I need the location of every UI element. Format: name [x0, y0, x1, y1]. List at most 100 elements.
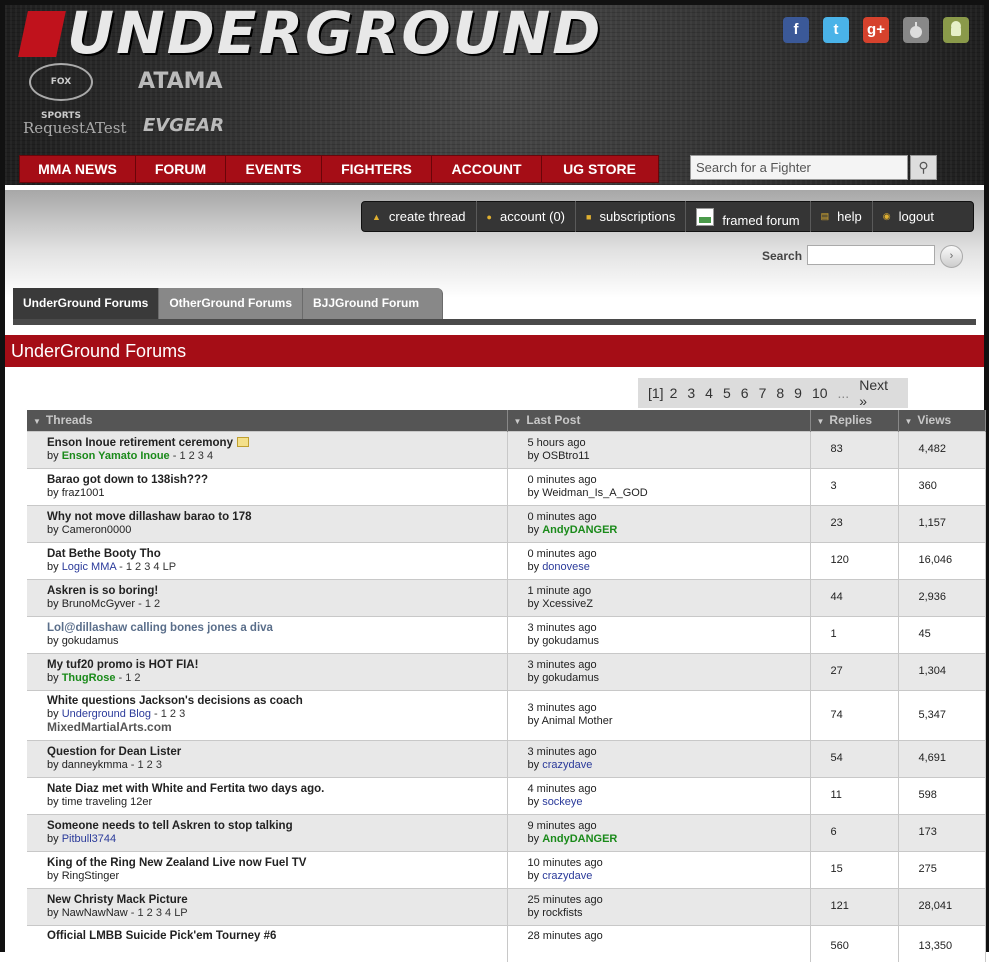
- tab-otherground-forums[interactable]: OtherGround Forums: [159, 288, 304, 319]
- page-link[interactable]: 7: [759, 385, 767, 401]
- thread-title[interactable]: Official LMBB Suicide Pick'em Tourney #6: [47, 930, 276, 942]
- page-link[interactable]: 10: [812, 385, 828, 401]
- last-post-time[interactable]: 10 minutes ago: [528, 857, 603, 869]
- page-link[interactable]: 2: [670, 385, 678, 401]
- sponsor-fox-sports[interactable]: FOX SPORTS: [29, 63, 93, 121]
- help-button[interactable]: ▤ help: [811, 201, 873, 232]
- last-post-time[interactable]: 5 hours ago: [528, 437, 586, 449]
- last-post-author[interactable]: crazydave: [542, 870, 592, 882]
- thread-author[interactable]: NawNawNaw: [62, 907, 128, 919]
- site-logo[interactable]: UNDERGROUND: [67, 5, 602, 63]
- thread-author[interactable]: fraz1001: [62, 487, 105, 499]
- thread-title[interactable]: Askren is so boring!: [47, 585, 158, 597]
- account-button[interactable]: ● account (0): [477, 201, 577, 232]
- thread-author[interactable]: Cameron0000: [62, 524, 132, 536]
- last-post-author[interactable]: AndyDANGER: [542, 833, 617, 845]
- tab-underground-forums[interactable]: UnderGround Forums: [13, 288, 160, 319]
- thread-author[interactable]: ThugRose: [62, 672, 116, 684]
- page-link[interactable]: 6: [741, 385, 749, 401]
- create-thread-button[interactable]: ▲ create thread: [362, 201, 477, 232]
- thread-pages[interactable]: - 1 2 3 4: [170, 450, 213, 462]
- thread-author[interactable]: Underground Blog: [62, 708, 151, 720]
- forum-search-input[interactable]: [807, 245, 935, 265]
- sponsor-evgear[interactable]: EVGEAR: [143, 115, 224, 136]
- search-icon[interactable]: ⚲: [910, 155, 937, 180]
- last-post-author[interactable]: Weidman_Is_A_GOD: [542, 487, 648, 499]
- google-plus-icon[interactable]: g+: [863, 17, 889, 43]
- subscriptions-button[interactable]: ■ subscriptions: [576, 201, 687, 232]
- last-post-author[interactable]: rockfists: [542, 907, 582, 919]
- nav-forum[interactable]: FORUM: [136, 156, 226, 182]
- thread-title[interactable]: Barao got down to 138ish???: [47, 474, 208, 486]
- last-post-author[interactable]: OSBtro11: [542, 450, 590, 462]
- thread-title[interactable]: New Christy Mack Picture: [47, 894, 188, 906]
- last-post-author[interactable]: Animal Mother: [542, 715, 613, 727]
- page-link[interactable]: 5: [723, 385, 731, 401]
- tab-bjjground-forum[interactable]: BJJGround Forum: [303, 288, 444, 319]
- android-icon[interactable]: [943, 17, 969, 43]
- last-post-author[interactable]: gokudamus: [542, 672, 599, 684]
- twitter-icon[interactable]: t: [823, 17, 849, 43]
- thread-pages[interactable]: - 1 2 3 4 LP: [128, 907, 188, 919]
- thread-pages[interactable]: - 1 2 3 4 LP: [116, 561, 176, 573]
- thread-pages[interactable]: - 1 2: [115, 672, 141, 684]
- column-threads[interactable]: ▼ Threads: [27, 410, 508, 431]
- thread-title[interactable]: Someone needs to tell Askren to stop tal…: [47, 820, 293, 832]
- last-post-time[interactable]: 3 minutes ago: [528, 746, 597, 758]
- last-post-author[interactable]: AndyDANGER: [542, 524, 617, 536]
- last-post-author[interactable]: gokudamus: [542, 635, 599, 647]
- nav-ug-store[interactable]: UG STORE: [542, 156, 657, 182]
- last-post-time[interactable]: 0 minutes ago: [528, 474, 597, 486]
- last-post-time[interactable]: 28 minutes ago: [528, 930, 603, 942]
- thread-author[interactable]: BrunoMcGyver: [62, 598, 135, 610]
- thread-author[interactable]: gokudamus: [62, 635, 119, 647]
- last-post-author[interactable]: crazydave: [542, 759, 592, 771]
- thread-author[interactable]: Enson Yamato Inoue: [62, 450, 170, 462]
- page-link[interactable]: 4: [705, 385, 713, 401]
- thread-title[interactable]: Question for Dean Lister: [47, 746, 181, 758]
- last-post-time[interactable]: 9 minutes ago: [528, 820, 597, 832]
- thread-title[interactable]: Why not move dillashaw barao to 178: [47, 511, 252, 523]
- thread-author[interactable]: Pitbull3744: [62, 833, 116, 845]
- facebook-icon[interactable]: f: [783, 17, 809, 43]
- last-post-time[interactable]: 0 minutes ago: [528, 511, 597, 523]
- last-post-time[interactable]: 0 minutes ago: [528, 548, 597, 560]
- sponsor-atama[interactable]: ATAMA: [138, 69, 223, 94]
- thread-author[interactable]: time traveling 12er: [62, 796, 153, 808]
- framed-forum-button[interactable]: framed forum: [686, 201, 811, 232]
- thread-title[interactable]: White questions Jackson's decisions as c…: [47, 695, 303, 707]
- last-post-time[interactable]: 3 minutes ago: [528, 702, 597, 714]
- apple-icon[interactable]: [903, 17, 929, 43]
- thread-author[interactable]: Logic MMA: [62, 561, 116, 573]
- nav-fighters[interactable]: FIGHTERS: [322, 156, 432, 182]
- thread-pages[interactable]: - 1 2: [135, 598, 160, 610]
- thread-author[interactable]: RingStinger: [62, 870, 119, 882]
- last-post-author[interactable]: XcessiveZ: [542, 598, 593, 610]
- page-link[interactable]: 9: [794, 385, 802, 401]
- thread-title[interactable]: Lol@dillashaw calling bones jones a diva: [47, 622, 273, 634]
- thread-pages[interactable]: - 1 2 3: [128, 759, 162, 771]
- column-views[interactable]: ▼ Views: [898, 410, 986, 431]
- nav-mma-news[interactable]: MMA NEWS: [20, 156, 136, 182]
- thread-title[interactable]: Enson Inoue retirement ceremony: [47, 437, 233, 449]
- thread-pages[interactable]: - 1 2 3: [151, 708, 185, 720]
- last-post-time[interactable]: 4 minutes ago: [528, 783, 597, 795]
- last-post-time[interactable]: 25 minutes ago: [528, 894, 603, 906]
- thread-author[interactable]: danneykmma: [62, 759, 128, 771]
- page-link[interactable]: 8: [776, 385, 784, 401]
- page-link[interactable]: 3: [687, 385, 695, 401]
- nav-account[interactable]: ACCOUNT: [432, 156, 542, 182]
- last-post-time[interactable]: 3 minutes ago: [528, 622, 597, 634]
- thread-title[interactable]: Dat Bethe Booty Tho: [47, 548, 161, 560]
- thread-title[interactable]: Nate Diaz met with White and Fertita two…: [47, 783, 324, 795]
- logout-button[interactable]: ◉ logout: [873, 201, 944, 232]
- next-page-link[interactable]: Next »: [859, 377, 898, 409]
- last-post-author[interactable]: sockeye: [542, 796, 582, 808]
- last-post-time[interactable]: 1 minute ago: [528, 585, 592, 597]
- thread-title[interactable]: My tuf20 promo is HOT FIA!: [47, 659, 198, 671]
- column-last-post[interactable]: ▼ Last Post: [507, 410, 811, 431]
- last-post-time[interactable]: 3 minutes ago: [528, 659, 597, 671]
- fighter-search-input[interactable]: Search for a Fighter: [690, 155, 908, 180]
- column-replies[interactable]: ▼ Replies: [810, 410, 899, 431]
- sponsor-requestatest[interactable]: RequestATest: [23, 119, 127, 137]
